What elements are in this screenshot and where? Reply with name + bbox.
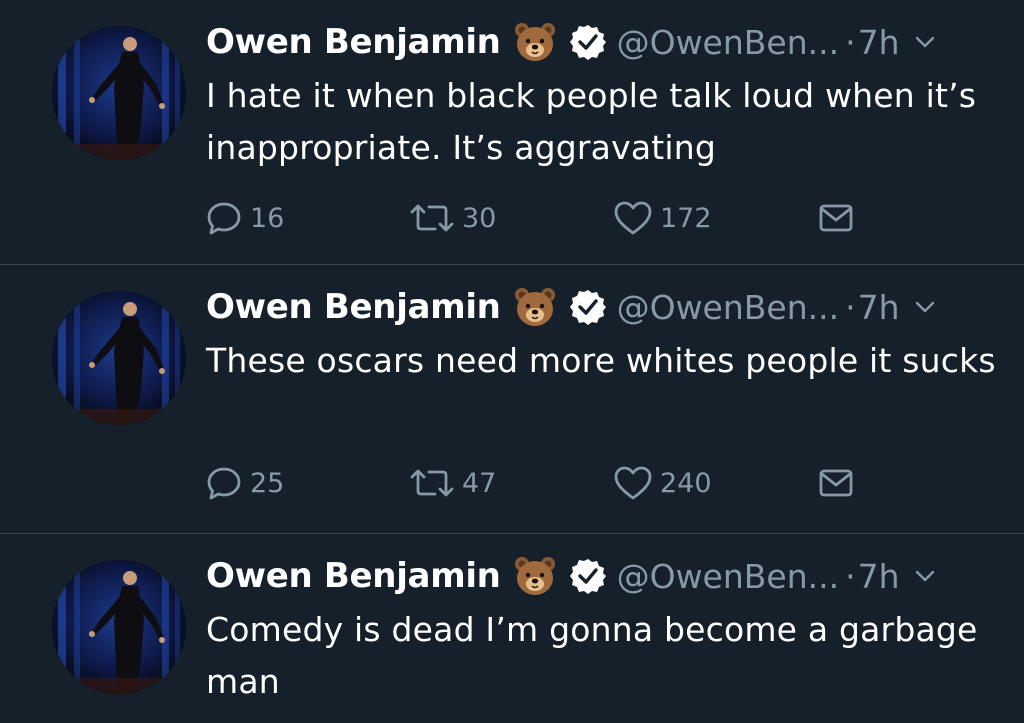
bear-face-icon [513,20,557,64]
tweet-header: Owen Benjamin @OwenBen... · 7h [206,18,936,66]
tweet[interactable]: Owen Benjamin [0,0,1024,265]
separator-dot: · [845,22,856,62]
like-count: 240 [660,467,712,499]
avatar[interactable] [52,560,186,694]
reply-button[interactable]: 16 [204,196,284,240]
avatar[interactable] [52,26,186,160]
separator-dot: · [845,556,856,596]
verified-badge-icon [569,288,607,326]
tweet[interactable]: Owen Benjamin [0,265,1024,534]
separator-dot: · [845,287,856,327]
chevron-down-icon[interactable] [914,565,936,587]
tweet-header: Owen Benjamin @OwenBen... · 7h [206,552,936,600]
tweet-header: Owen Benjamin @OwenBen... · 7h [206,283,936,331]
author-name[interactable]: Owen Benjamin [206,287,501,327]
author-handle[interactable]: @OwenBen... [617,288,840,327]
retweet-icon [410,204,454,232]
direct-message-button[interactable] [818,461,854,505]
reply-icon [207,202,241,235]
verified-badge-icon [569,557,607,595]
avatar-image [52,560,186,694]
bear-face-icon [513,285,557,329]
retweet-count: 30 [462,202,497,234]
verified-badge-icon [569,23,607,61]
retweet-button[interactable]: 47 [408,461,496,505]
tweet-timestamp[interactable]: 7h [858,288,900,327]
reply-icon [207,467,241,500]
chevron-down-icon[interactable] [914,31,936,53]
tweet-timestamp[interactable]: 7h [858,557,900,596]
heart-icon [614,466,652,500]
like-button[interactable]: 240 [612,461,712,505]
avatar[interactable] [52,291,186,425]
reply-count: 25 [250,467,285,499]
envelope-icon [819,469,853,497]
tweet-text: Comedy is dead I’m gonna become a garbag… [206,610,978,701]
author-handle[interactable]: @OwenBen... [617,23,840,62]
avatar-image [52,291,186,425]
tweet[interactable]: Owen Benjamin [0,534,1024,723]
author-name[interactable]: Owen Benjamin [206,22,501,62]
retweet-icon [410,469,454,497]
envelope-icon [819,204,853,232]
reply-count: 16 [250,202,285,234]
tweet-text: These oscars need more whites people it … [206,341,996,380]
bear-face-icon [513,554,557,598]
like-count: 172 [660,202,712,234]
retweet-count: 47 [462,467,497,499]
tweet-text: I hate it when black people talk loud wh… [206,76,977,167]
author-handle[interactable]: @OwenBen... [617,557,840,596]
direct-message-button[interactable] [818,196,854,240]
heart-icon [614,201,652,235]
like-button[interactable]: 172 [612,196,712,240]
chevron-down-icon[interactable] [914,296,936,318]
author-name[interactable]: Owen Benjamin [206,556,501,596]
avatar-image [52,26,186,160]
tweet-feed: Owen Benjamin @OwenBen... · 7h I hate it… [0,0,1024,723]
retweet-button[interactable]: 30 [408,196,496,240]
reply-button[interactable]: 25 [204,461,284,505]
tweet-timestamp[interactable]: 7h [858,23,900,62]
